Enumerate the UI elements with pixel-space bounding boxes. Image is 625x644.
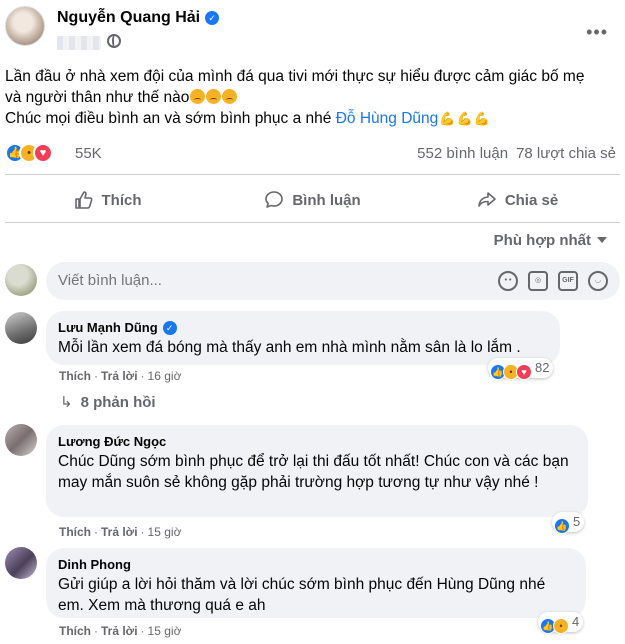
- gif-icon[interactable]: GIF: [558, 271, 578, 291]
- chevron-down-icon: [597, 237, 607, 243]
- comment-text: Gửi giúp a lời hỏi thăm và lời chúc sớm …: [58, 576, 546, 614]
- like-button[interactable]: Thích: [5, 182, 210, 218]
- author-name-row: Nguyễn Quang Hải ✓: [57, 9, 220, 27]
- comment-button-label: Bình luận: [292, 191, 361, 209]
- comment-time[interactable]: 16 giờ: [148, 369, 182, 383]
- comment-reactions[interactable]: 👍 • 4: [538, 612, 584, 634]
- comment-author-row: Lưu Mạnh Dũng ✓: [58, 319, 548, 336]
- muscle-emoji-icon: 💪: [456, 111, 473, 126]
- comment-text: Chúc Dũng sớm bình phục để trở lại thi đ…: [58, 453, 569, 491]
- commenter-avatar[interactable]: [5, 547, 37, 579]
- view-replies-link[interactable]: ↳ 8 phản hồi: [60, 393, 156, 411]
- commenter-avatar[interactable]: [5, 312, 37, 344]
- commenter-avatar[interactable]: [5, 424, 37, 456]
- comment-button[interactable]: Bình luận: [210, 182, 415, 218]
- globe-icon: [107, 34, 121, 48]
- comment-text: Mỗi lần xem đá bóng mà thấy anh em nhà m…: [58, 339, 521, 356]
- comment-bubble: Dinh Phong Gửi giúp a lời hỏi thăm và lờ…: [46, 548, 586, 618]
- comment-bubble-icon: [265, 191, 284, 208]
- post-text-line-1: Lần đầu ở nhà xem đội của mình đá qua ti…: [5, 68, 585, 85]
- care-reaction-icon: •: [553, 618, 569, 634]
- post-timestamp-blurred[interactable]: [57, 36, 101, 50]
- comment-reply-link[interactable]: Trả lời: [101, 369, 138, 383]
- sort-comments-dropdown[interactable]: Phù hợp nhất: [494, 232, 607, 249]
- sad-emoji-icon: [190, 89, 206, 104]
- comment-author[interactable]: Lương Đức Ngọc: [58, 433, 576, 450]
- comment-time[interactable]: 15 giờ: [148, 525, 182, 539]
- divider: [5, 222, 620, 223]
- reaction-icons[interactable]: 👍 • ♥: [5, 143, 53, 163]
- replies-label: 8 phản hồi: [80, 394, 156, 411]
- comment-bubble: Lương Đức Ngọc Chúc Dũng sớm bình phục đ…: [46, 425, 588, 517]
- comment-reply-link[interactable]: Trả lời: [101, 624, 138, 638]
- sad-emoji-icon: [206, 89, 222, 104]
- comment-meta: Thích · Trả lời · 15 giờ: [59, 525, 182, 539]
- post-text: Lần đầu ở nhà xem đội của mình đá qua ti…: [5, 66, 620, 129]
- comment-time[interactable]: 15 giờ: [148, 624, 182, 638]
- comment-like-link[interactable]: Thích: [59, 525, 91, 539]
- author-avatar[interactable]: [5, 6, 45, 46]
- comment-reactions[interactable]: 👍 5: [552, 512, 585, 534]
- sad-emoji-icon: [222, 89, 238, 104]
- post-text-line-2: và người thân như thế nào: [5, 87, 620, 108]
- love-reaction-icon: ♥: [516, 364, 532, 380]
- comment-reaction-count: 82: [535, 360, 550, 375]
- verified-badge-icon: ✓: [205, 11, 220, 25]
- thumbs-up-icon: [74, 191, 92, 209]
- sort-label: Phù hợp nhất: [493, 232, 591, 249]
- reply-arrow-icon: ↳: [60, 394, 73, 411]
- comments-count[interactable]: 552 bình luận: [417, 145, 508, 162]
- reaction-count[interactable]: 55K: [75, 145, 102, 162]
- share-button[interactable]: Chia sẻ: [415, 182, 620, 218]
- comment-author[interactable]: Dinh Phong: [58, 556, 574, 573]
- shares-count[interactable]: 78 lượt chia sẻ: [516, 145, 616, 162]
- reactions-summary: 👍 • ♥ 55K 552 bình luận 78 lượt chia sẻ: [5, 141, 620, 165]
- like-reaction-icon: 👍: [554, 518, 570, 534]
- like-button-label: Thích: [101, 191, 142, 209]
- share-button-label: Chia sẻ: [504, 191, 559, 209]
- comment-reaction-count: 4: [572, 614, 580, 629]
- share-arrow-icon: [478, 192, 496, 207]
- divider: [5, 174, 620, 175]
- compose-tools: • • ◎ GIF ◡: [498, 271, 608, 291]
- emoji-icon[interactable]: • •: [498, 271, 518, 291]
- post-stats: 552 bình luận 78 lượt chia sẻ: [409, 145, 616, 162]
- comment-input[interactable]: [58, 272, 458, 289]
- post-header: Nguyễn Quang Hải ✓ •••: [5, 6, 620, 56]
- more-options-icon[interactable]: •••: [586, 22, 608, 43]
- post-actions: Thích Bình luận Chia sẻ: [5, 182, 620, 218]
- comment-reactions[interactable]: 👍 • ♥ 82: [488, 358, 554, 380]
- muscle-emoji-icon: 💪: [439, 111, 456, 126]
- author-name[interactable]: Nguyễn Quang Hải: [57, 9, 200, 26]
- comment-meta: Thích · Trả lời · 16 giờ: [59, 369, 182, 383]
- comment-author[interactable]: Lưu Mạnh Dũng: [58, 320, 158, 335]
- comment-meta: Thích · Trả lời · 15 giờ: [59, 624, 182, 638]
- sticker-icon[interactable]: ◡: [588, 271, 608, 291]
- muscle-emoji-icon: 💪: [473, 111, 490, 126]
- comment-reply-link[interactable]: Trả lời: [101, 525, 138, 539]
- verified-badge-icon: ✓: [162, 321, 177, 335]
- comment-reaction-count: 5: [573, 514, 581, 529]
- post-text-line-3: Chúc mọi điều bình an và sớm bình phục a…: [5, 110, 490, 127]
- comment-bubble: Lưu Mạnh Dũng ✓ Mỗi lần xem đá bóng mà th…: [46, 311, 560, 365]
- comment-compose-box: • • ◎ GIF ◡: [46, 262, 620, 300]
- comment-like-link[interactable]: Thích: [59, 624, 91, 638]
- current-user-avatar[interactable]: [5, 264, 37, 296]
- mention-link[interactable]: Đỗ Hùng Dũng: [336, 110, 439, 127]
- camera-icon[interactable]: ◎: [528, 271, 548, 291]
- love-reaction-icon: ♥: [33, 143, 53, 163]
- comment-like-link[interactable]: Thích: [59, 369, 91, 383]
